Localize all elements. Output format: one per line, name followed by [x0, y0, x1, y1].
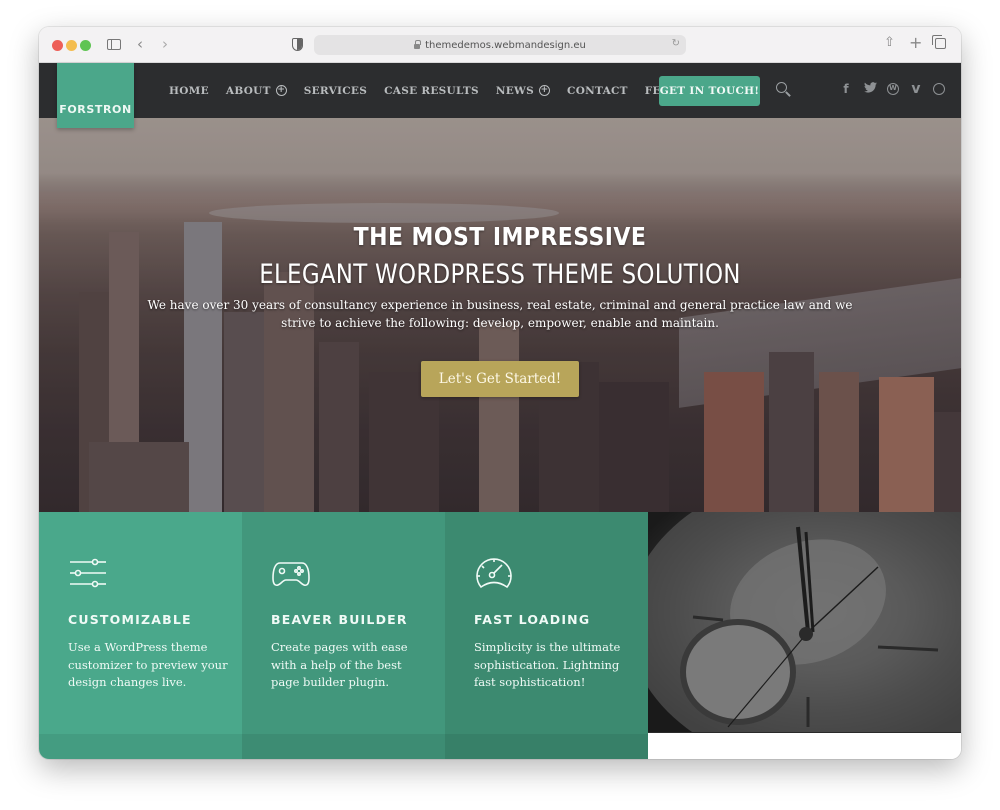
site-logo[interactable]: FORSTRON [57, 63, 134, 128]
hero-title: THE MOST IMPRESSIVE [353, 222, 647, 251]
hero-section: THE MOST IMPRESSIVE ELEGANT WORDPRESS TH… [39, 118, 961, 512]
nav-item-home[interactable]: HOME [169, 85, 209, 97]
feature-customizable: CUSTOMIZABLE Use a WordPress theme custo… [39, 512, 242, 759]
nav-label: NEWS [495, 84, 535, 97]
nav-label: CASE RESULTS [384, 84, 479, 97]
submenu-plus-icon[interactable]: + [275, 85, 287, 96]
social-links: f W v [839, 81, 955, 97]
hero-subtitle: ELEGANT WORDPRESS THEME SOLUTION [259, 259, 741, 290]
chevron-right-icon[interactable]: › [162, 35, 168, 53]
chevron-left-icon[interactable]: ‹ [137, 35, 143, 53]
white-panel [648, 732, 961, 759]
feature-title: BEAVER BUILDER [271, 612, 408, 627]
get-started-button[interactable]: Let's Get Started! [421, 361, 579, 397]
watch-illustration [648, 512, 961, 732]
nav-item-contact[interactable]: CONTACT [567, 85, 628, 97]
wordpress-icon[interactable]: W [887, 83, 899, 95]
shield-icon[interactable] [292, 38, 303, 51]
url-text: themedemos.webmandesign.eu [425, 39, 586, 51]
browser-window: ‹ › themedemos.webmandesign.eu ↻ ⇧ + FOR… [39, 27, 961, 759]
browser-toolbar: ‹ › themedemos.webmandesign.eu ↻ ⇧ + [39, 27, 961, 63]
watch-image [648, 512, 961, 732]
logo-text: FORSTRON [59, 103, 132, 116]
vimeo-icon[interactable]: v [909, 81, 923, 97]
hero-content: THE MOST IMPRESSIVE ELEGANT WORDPRESS TH… [39, 222, 961, 332]
minimize-window-button[interactable] [66, 40, 77, 51]
feature-title: FAST LOADING [474, 612, 591, 627]
feature-title: CUSTOMIZABLE [68, 612, 192, 627]
feature-text: Use a WordPress theme customizer to prev… [68, 640, 228, 689]
twitter-icon[interactable] [863, 82, 877, 96]
new-tab-plus-icon[interactable]: + [909, 33, 922, 52]
address-bar[interactable]: themedemos.webmandesign.eu ↻ [314, 35, 686, 55]
site-header: FORSTRON HOME ABOUT + SERVICES CASE RESU… [39, 63, 961, 128]
nav-label: CONTACT [567, 84, 628, 97]
feature-fast-loading: FAST LOADING Simplicity is the ultimate … [445, 512, 648, 759]
gamepad-icon [272, 562, 310, 587]
feature-footer-band [445, 734, 648, 759]
feature-text: Create pages with ease with a help of th… [271, 640, 408, 689]
reload-icon[interactable]: ↻ [672, 38, 680, 49]
feature-text: Simplicity is the ultimate sophisticatio… [474, 640, 621, 689]
feature-footer-band [242, 734, 445, 759]
search-icon[interactable] [776, 82, 792, 98]
feature-footer-band [39, 734, 242, 759]
facebook-icon[interactable]: f [839, 82, 853, 96]
maximize-window-button[interactable] [80, 40, 91, 51]
get-in-touch-button[interactable]: GET IN TOUCH! [659, 76, 760, 106]
close-window-button[interactable] [52, 40, 63, 51]
features-section: CUSTOMIZABLE Use a WordPress theme custo… [39, 512, 961, 759]
nav-label: HOME [169, 84, 209, 97]
globe-icon[interactable] [933, 83, 945, 95]
feature-beaver-builder: BEAVER BUILDER Create pages with ease wi… [242, 512, 445, 759]
sliders-icon [70, 558, 106, 588]
speedometer-icon [476, 558, 512, 589]
nav-item-about[interactable]: ABOUT + [226, 85, 287, 97]
lock-icon [414, 39, 422, 49]
submenu-plus-icon[interactable]: + [539, 85, 551, 96]
tabs-overview-icon[interactable] [932, 35, 946, 49]
nav-item-case-results[interactable]: CASE RESULTS [384, 85, 479, 97]
nav-label: ABOUT [225, 84, 271, 97]
nav-item-services[interactable]: SERVICES [304, 85, 367, 97]
sidebar-toggle-icon[interactable] [107, 39, 121, 50]
nav-label: SERVICES [303, 84, 368, 97]
nav-item-news[interactable]: NEWS + [495, 84, 551, 97]
hero-description: We have over 30 years of consultancy exp… [147, 298, 853, 330]
share-icon[interactable]: ⇧ [884, 35, 895, 50]
